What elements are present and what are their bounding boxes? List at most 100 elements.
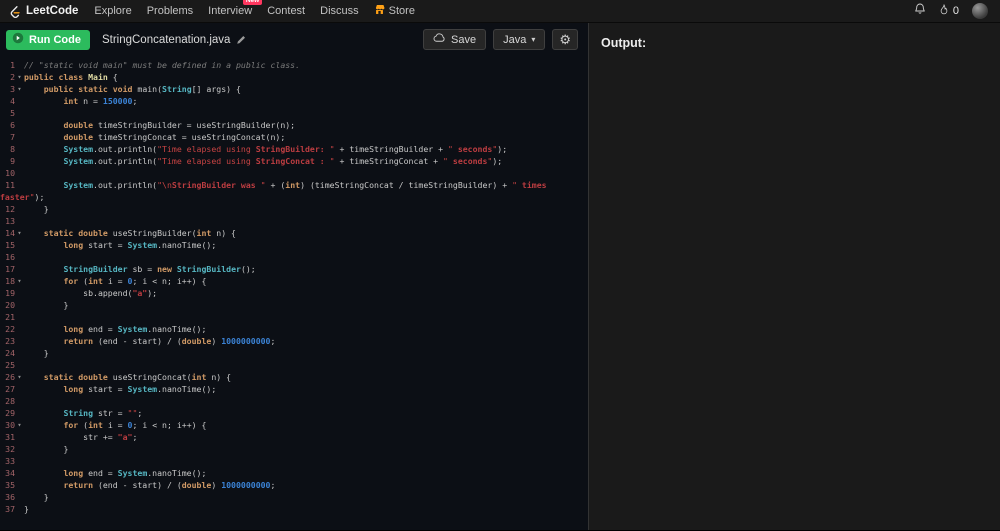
code-line[interactable]: 26 ▾ static double useStringConcat(int n)… xyxy=(0,371,586,383)
nav-item-store[interactable]: Store xyxy=(374,4,415,18)
code-line-content[interactable]: } xyxy=(0,443,586,455)
code-line[interactable]: 7 double timeStringConcat = useStringCon… xyxy=(0,131,586,143)
code-line-content[interactable]: str += "a"; xyxy=(0,431,586,443)
code-line[interactable]: 22 long end = System.nanoTime(); xyxy=(0,323,586,335)
code-line[interactable]: 8 System.out.println("Time elapsed using… xyxy=(0,143,586,155)
code-line-content[interactable] xyxy=(0,311,586,323)
code-line[interactable]: 15 long start = System.nanoTime(); xyxy=(0,239,586,251)
code-line-content[interactable] xyxy=(0,167,586,179)
code-line[interactable]: 12 } xyxy=(0,203,586,215)
nav-item-problems[interactable]: Problems xyxy=(147,5,193,17)
language-select[interactable]: Java ▾ xyxy=(493,29,546,50)
code-line[interactable]: 36 } xyxy=(0,491,586,503)
code-line-content[interactable]: } xyxy=(0,503,586,515)
code-line[interactable]: 11 System.out.println("\nStringBuilder w… xyxy=(0,179,586,203)
code-line[interactable]: 33 xyxy=(0,455,586,467)
code-line-content[interactable] xyxy=(0,107,586,119)
code-line-content[interactable]: public static void main(String[] args) { xyxy=(0,83,586,95)
brand-title[interactable]: LeetCode xyxy=(26,5,78,17)
code-line-content[interactable]: String str = ""; xyxy=(0,407,586,419)
fold-arrow-icon[interactable]: ▾ xyxy=(15,83,24,95)
code-line[interactable]: 18 ▾ for (int i = 0; i < n; i++) { xyxy=(0,275,586,287)
code-line-content[interactable]: long end = System.nanoTime(); xyxy=(0,467,586,479)
fold-arrow-icon[interactable]: ▾ xyxy=(15,71,24,83)
code-line[interactable]: 3 ▾ public static void main(String[] args… xyxy=(0,83,586,95)
code-line[interactable]: 29 String str = ""; xyxy=(0,407,586,419)
nav-item-interview[interactable]: Interview New xyxy=(208,0,263,17)
code-line[interactable]: 14 ▾ static double useStringBuilder(int n… xyxy=(0,227,586,239)
code-line[interactable]: 9 System.out.println("Time elapsed using… xyxy=(0,155,586,167)
code-line[interactable]: 17 StringBuilder sb = new StringBuilder(… xyxy=(0,263,586,275)
code-line-content[interactable]: return (end - start) / (double) 10000000… xyxy=(0,335,586,347)
code-line-content[interactable] xyxy=(0,215,586,227)
code-line-content[interactable]: for (int i = 0; i < n; i++) { xyxy=(0,275,586,287)
code-token: str += xyxy=(24,432,118,442)
fold-arrow-icon[interactable]: ▾ xyxy=(15,371,24,383)
code-line-content[interactable]: } xyxy=(0,491,586,503)
code-line-content[interactable]: static double useStringConcat(int n) { xyxy=(0,371,586,383)
code-line-content[interactable]: System.out.println("Time elapsed using S… xyxy=(0,143,586,155)
code-token: " xyxy=(512,180,522,190)
code-line-content[interactable]: System.out.println("\nStringBuilder was … xyxy=(0,179,586,203)
settings-button[interactable]: ⚙ xyxy=(552,29,578,50)
code-line-content[interactable]: } xyxy=(0,203,586,215)
code-line[interactable]: 34 long end = System.nanoTime(); xyxy=(0,467,586,479)
code-line[interactable]: 25 xyxy=(0,359,586,371)
code-line-content[interactable]: // "static void main" must be defined in… xyxy=(0,59,586,71)
code-line-content[interactable] xyxy=(0,359,586,371)
code-line-content[interactable]: long end = System.nanoTime(); xyxy=(0,323,586,335)
code-line[interactable]: 6 double timeStringBuilder = useStringBu… xyxy=(0,119,586,131)
code-line-content[interactable]: StringBuilder sb = new StringBuilder(); xyxy=(0,263,586,275)
code-line[interactable]: 20 } xyxy=(0,299,586,311)
fold-arrow-icon[interactable]: ▾ xyxy=(15,275,24,287)
code-line[interactable]: 23 return (end - start) / (double) 10000… xyxy=(0,335,586,347)
code-line-content[interactable]: return (end - start) / (double) 10000000… xyxy=(0,479,586,491)
code-line-content[interactable]: static double useStringBuilder(int n) { xyxy=(0,227,586,239)
code-line[interactable]: 32 } xyxy=(0,443,586,455)
code-line-content[interactable]: System.out.println("Time elapsed using S… xyxy=(0,155,586,167)
nav-item-explore[interactable]: Explore xyxy=(94,5,131,17)
fold-arrow-icon[interactable]: ▾ xyxy=(15,227,24,239)
code-line[interactable]: 1 // "static void main" must be defined i… xyxy=(0,59,586,71)
code-line-content[interactable]: double timeStringConcat = useStringConca… xyxy=(0,131,586,143)
code-line[interactable]: 21 xyxy=(0,311,586,323)
save-button[interactable]: Save xyxy=(423,29,487,50)
run-code-button[interactable]: Run Code xyxy=(6,29,90,50)
code-line[interactable]: 13 xyxy=(0,215,586,227)
code-line-content[interactable]: } xyxy=(0,299,586,311)
code-line-content[interactable]: long start = System.nanoTime(); xyxy=(0,383,586,395)
nav-item-contest[interactable]: Contest xyxy=(267,5,305,17)
notifications-button[interactable] xyxy=(914,2,926,20)
avatar[interactable] xyxy=(972,3,988,19)
code-line[interactable]: 2 ▾ public class Main { xyxy=(0,71,586,83)
code-line-content[interactable] xyxy=(0,455,586,467)
code-line[interactable]: 35 return (end - start) / (double) 10000… xyxy=(0,479,586,491)
nav-item-discuss[interactable]: Discuss xyxy=(320,5,359,17)
code-line[interactable]: 19 sb.append("a"); xyxy=(0,287,586,299)
code-line-content[interactable]: long start = System.nanoTime(); xyxy=(0,239,586,251)
code-line[interactable]: 28 xyxy=(0,395,586,407)
code-editor[interactable]: 1 // "static void main" must be defined i… xyxy=(0,56,588,530)
code-line[interactable]: 37} xyxy=(0,503,586,515)
code-line[interactable]: 24 } xyxy=(0,347,586,359)
code-line[interactable]: 31 str += "a"; xyxy=(0,431,586,443)
code-line[interactable]: 30 ▾ for (int i = 0; i < n; i++) { xyxy=(0,419,586,431)
code-line[interactable]: 10 xyxy=(0,167,586,179)
code-line-content[interactable] xyxy=(0,251,586,263)
code-line-content[interactable]: int n = 150000; xyxy=(0,95,586,107)
code-line-content[interactable] xyxy=(0,395,586,407)
code-line-content[interactable]: for (int i = 0; i < n; i++) { xyxy=(0,419,586,431)
code-line-content[interactable]: } xyxy=(0,347,586,359)
streak-counter[interactable]: 0 xyxy=(939,3,959,19)
code-line[interactable]: 4 int n = 150000; xyxy=(0,95,586,107)
code-line[interactable]: 27 long start = System.nanoTime(); xyxy=(0,383,586,395)
code-token: } xyxy=(24,204,49,214)
code-line[interactable]: 5 xyxy=(0,107,586,119)
edit-filename-icon[interactable] xyxy=(236,35,246,45)
code-line-content[interactable]: double timeStringBuilder = useStringBuil… xyxy=(0,119,586,131)
code-line[interactable]: 16 xyxy=(0,251,586,263)
code-line-content[interactable]: public class Main { xyxy=(0,71,586,83)
code-line-content[interactable]: sb.append("a"); xyxy=(0,287,586,299)
fold-arrow-icon[interactable]: ▾ xyxy=(15,419,24,431)
leetcode-logo-icon[interactable] xyxy=(8,4,21,19)
